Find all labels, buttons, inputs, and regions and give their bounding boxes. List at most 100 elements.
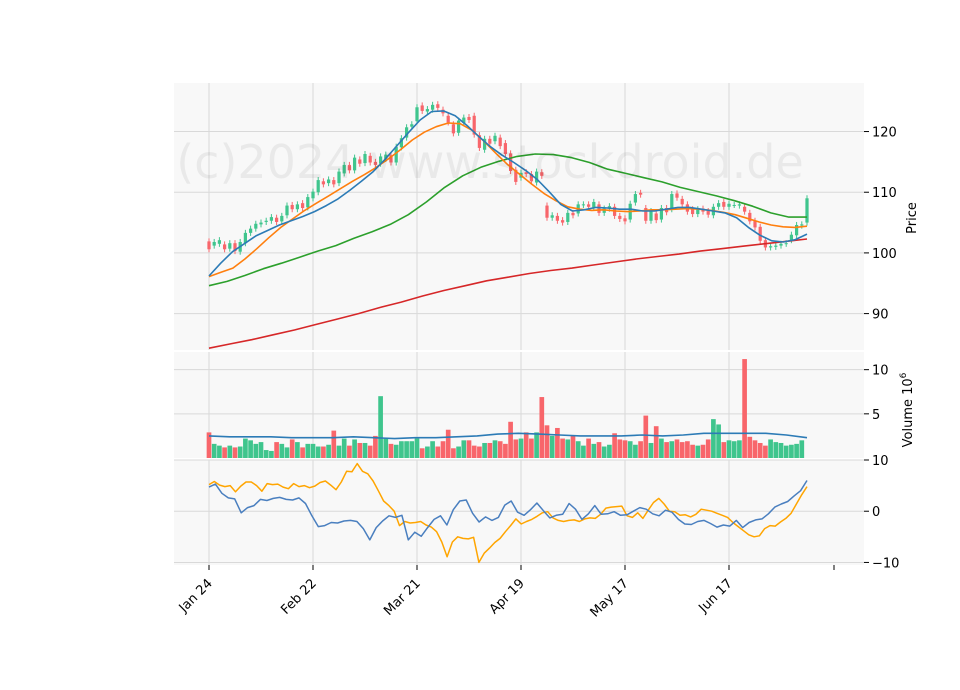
candle-body	[456, 120, 461, 133]
volume-bar	[492, 440, 498, 458]
volume-bar	[393, 444, 399, 458]
candle-body	[737, 204, 742, 206]
volume-bar	[711, 419, 716, 458]
volume-bar	[570, 435, 576, 458]
candle-body	[254, 223, 258, 229]
volume-bar	[383, 438, 389, 458]
volume-bar	[232, 447, 238, 458]
volume-bar	[269, 450, 274, 458]
volume-bar	[347, 445, 352, 458]
volume-bar	[778, 442, 784, 458]
candle-body	[550, 215, 554, 218]
volume-bar	[331, 430, 337, 458]
volume-bar	[705, 439, 711, 458]
volume-bar	[305, 443, 311, 458]
volume-bar	[565, 439, 571, 458]
volume-bar	[596, 442, 602, 458]
volume-bar	[664, 442, 669, 458]
candle-body	[306, 197, 310, 208]
volume-bar	[752, 440, 758, 458]
volume-bar	[638, 441, 643, 458]
volume-bar	[622, 440, 628, 458]
volume-bar	[310, 443, 316, 458]
volume-bar	[653, 426, 659, 458]
candle-body	[690, 209, 695, 215]
y-tick-label: 120	[872, 126, 897, 141]
candle-body	[592, 201, 596, 208]
candle-body	[716, 203, 721, 207]
x-tick-label: Jan 24	[176, 576, 216, 616]
volume-bar	[726, 440, 732, 458]
volume-bar	[461, 440, 467, 458]
volume-bar	[575, 441, 581, 458]
candle-body	[633, 194, 638, 203]
volume-bar	[633, 444, 638, 458]
candle-body	[207, 241, 211, 250]
volume-bar	[742, 359, 747, 458]
volume-bar	[357, 442, 363, 458]
volume-bar	[497, 441, 503, 458]
volume-bar	[763, 445, 768, 458]
volume-bar	[263, 450, 269, 458]
volume-bar	[253, 443, 259, 458]
volume-bar	[549, 435, 555, 458]
candle-body	[784, 243, 788, 245]
candle-body	[290, 204, 294, 210]
volume-bar	[274, 442, 279, 458]
stock-chart: (c)2024 www.stockdroid.de Jan 24 Feb 22 Ma…	[174, 83, 920, 620]
volume-bar	[612, 433, 617, 458]
volume-bar	[773, 442, 779, 458]
x-tick-label: Jun 17	[696, 576, 736, 616]
volume-bar	[222, 447, 227, 458]
candle-body	[436, 104, 440, 108]
candle-body	[248, 228, 253, 233]
volume-bar	[456, 446, 461, 458]
candle-body	[274, 217, 279, 222]
volume-bar	[289, 439, 295, 458]
candle-body	[670, 194, 674, 210]
candle-body	[768, 246, 773, 248]
candle-body	[420, 105, 424, 111]
candle-body	[722, 201, 726, 207]
price-axis-label: Price	[905, 202, 920, 234]
volume-bar	[607, 444, 612, 458]
candle-body	[228, 243, 232, 249]
volume-bar	[555, 427, 560, 458]
volume-bar	[367, 445, 373, 458]
candle-body	[425, 109, 430, 112]
candle-body	[222, 244, 227, 250]
volume-bar	[341, 438, 347, 458]
volume-bar	[352, 439, 357, 458]
candle-body	[654, 213, 658, 221]
candle-body	[560, 220, 565, 223]
volume-bar	[544, 425, 550, 458]
candle-body	[311, 191, 315, 199]
volume-bar	[747, 436, 753, 458]
volume-bar	[326, 444, 331, 458]
candle-body	[675, 193, 679, 198]
candle-body	[638, 192, 643, 195]
volume-bar	[243, 438, 248, 458]
y-tick-label: 10	[872, 364, 889, 379]
volume-bar	[783, 445, 789, 458]
volume-bar	[362, 442, 368, 458]
volume-bar	[487, 442, 493, 458]
volume-bar	[560, 438, 565, 458]
volume-bar	[435, 446, 441, 458]
candle-body	[727, 203, 731, 207]
volume-bar	[794, 443, 799, 458]
volume-bar	[477, 446, 482, 458]
volume-bar	[669, 441, 675, 458]
volume-bar	[315, 446, 321, 458]
volume-bar	[217, 445, 222, 458]
candle-body	[217, 240, 222, 244]
volume-bar	[295, 442, 300, 458]
volume-bar	[321, 446, 326, 458]
volume-bar	[586, 438, 591, 458]
candle-body	[300, 203, 305, 209]
price-panel	[174, 83, 864, 350]
volume-bar	[768, 439, 773, 458]
candle-body	[545, 205, 549, 218]
volume-bar	[388, 443, 394, 458]
candle-body	[259, 222, 263, 225]
